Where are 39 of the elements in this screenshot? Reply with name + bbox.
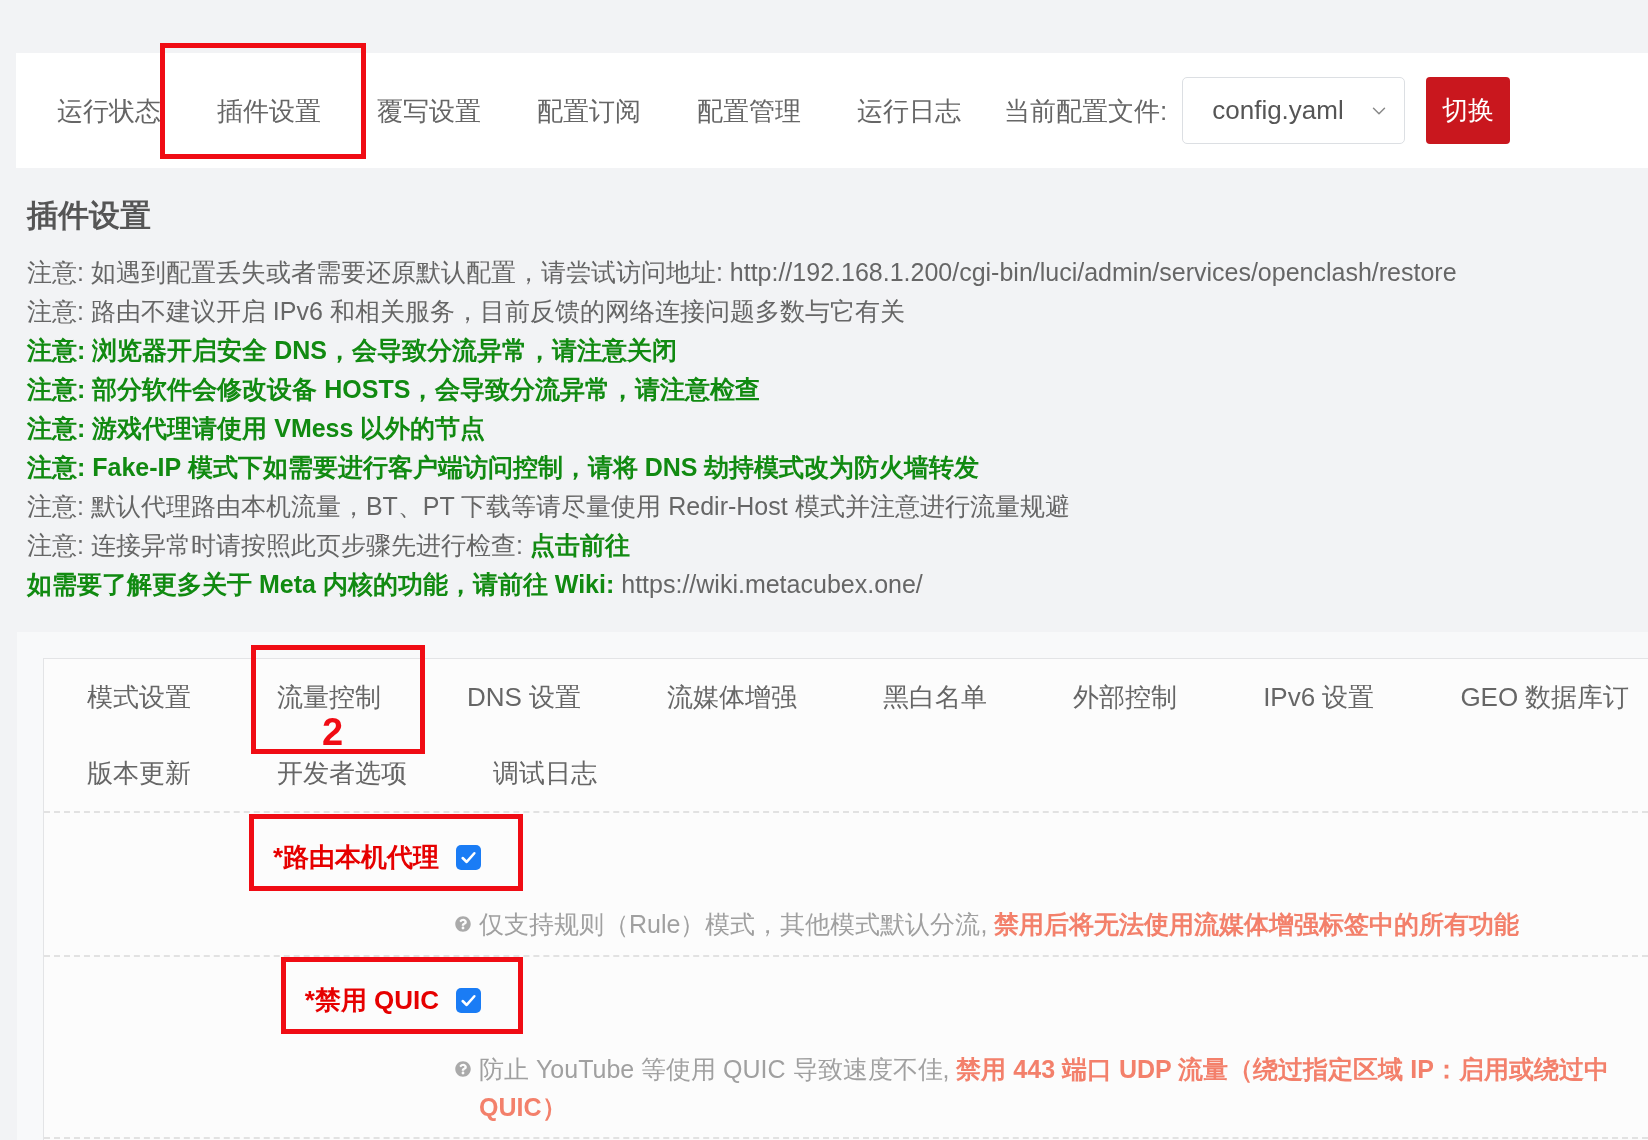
settings-tab[interactable]: 外部控制 [1073,680,1178,714]
settings-tab[interactable]: IPv6 设置 [1263,680,1375,714]
help-text: 防止 YouTube 等使用 QUIC 导致速度不佳, 禁用 443 端口 UDP 流量（绕过指定区域 IP：启用或绕过中 QUIC） [479,1054,1609,1123]
nav-tab[interactable]: 运行日志 [857,90,961,131]
checkbox[interactable] [456,987,481,1013]
settings-tab[interactable]: 黑白名单 [883,680,988,714]
settings-tab[interactable]: 模式设置 [87,680,191,714]
nav-tab[interactable]: 运行状态 [57,90,161,131]
notice-text: 注意: Fake-IP 模式下如需要进行客户端访问控制，请将 DNS 劫持模式改为防火墙转发 [27,452,980,483]
notice-text: 注意: 部分软件会修改设备 HOSTS，会导致分流异常，请注意检查 [27,374,761,405]
page-title: 插件设置 [27,197,151,235]
settings-tab[interactable]: 流量控制 [277,680,381,714]
notice-text: 注意: 浏览器开启安全 DNS，会导致分流异常，请注意关闭 [27,335,677,366]
settings-tab[interactable]: 版本更新 [87,756,191,790]
notice-text: 注意: 如遇到配置丢失或者需要还原默认配置，请尝试访问地址: http://192.168.1.200/cgi-bin/luci/admin/services/openclash/restore [27,257,1457,288]
settings-tab[interactable]: 流媒体增强 [667,680,798,714]
notice-text: 如需要了解更多关于 Meta 内核的功能，请前往 Wiki: https://wiki.metacubex.one/ [27,569,923,600]
nav-tab[interactable]: 配置订阅 [537,90,641,131]
annotation-number: 2 [322,717,344,747]
help-icon [455,916,471,932]
switch-button[interactable]: 切换 [1426,77,1511,144]
help-text: 仅支持规则（Rule）模式，其他模式默认分流, 禁用后将无法使用流媒体增强标签中的所有功能 [479,909,1520,940]
settings-tab[interactable]: 开发者选项 [277,756,407,790]
notice-text: 注意: 默认代理路由本机流量，BT、PT 下载等请尽量使用 Redir-Host 模式并注意进行流量规避 [27,491,1070,522]
notice-text: 注意: 路由不建议开启 IPv6 和相关服务，目前反馈的网络连接问题多数与它有关 [27,296,905,327]
checkbox[interactable] [456,844,481,870]
notice-text: 注意: 游戏代理请使用 VMess 以外的节点 [27,413,486,444]
config-select[interactable]: config.yaml [1182,77,1406,144]
config-label: 当前配置文件: [1004,94,1168,128]
option-label: *路由本机代理 [272,841,439,874]
notice-text: 注意: 连接异常时请按照此页步骤先进行检查: 点击前往 [27,530,630,561]
settings-tab[interactable]: GEO 数据库订 [1460,680,1630,714]
settings-tab[interactable]: DNS 设置 [467,680,582,714]
nav-tab[interactable]: 插件设置 [217,90,321,131]
nav-tab[interactable]: 覆写设置 [377,90,481,131]
help-icon [455,1061,471,1077]
nav-tab[interactable]: 配置管理 [697,90,801,131]
option-label: *禁用 QUIC [304,984,439,1017]
settings-tab[interactable]: 调试日志 [493,756,597,790]
